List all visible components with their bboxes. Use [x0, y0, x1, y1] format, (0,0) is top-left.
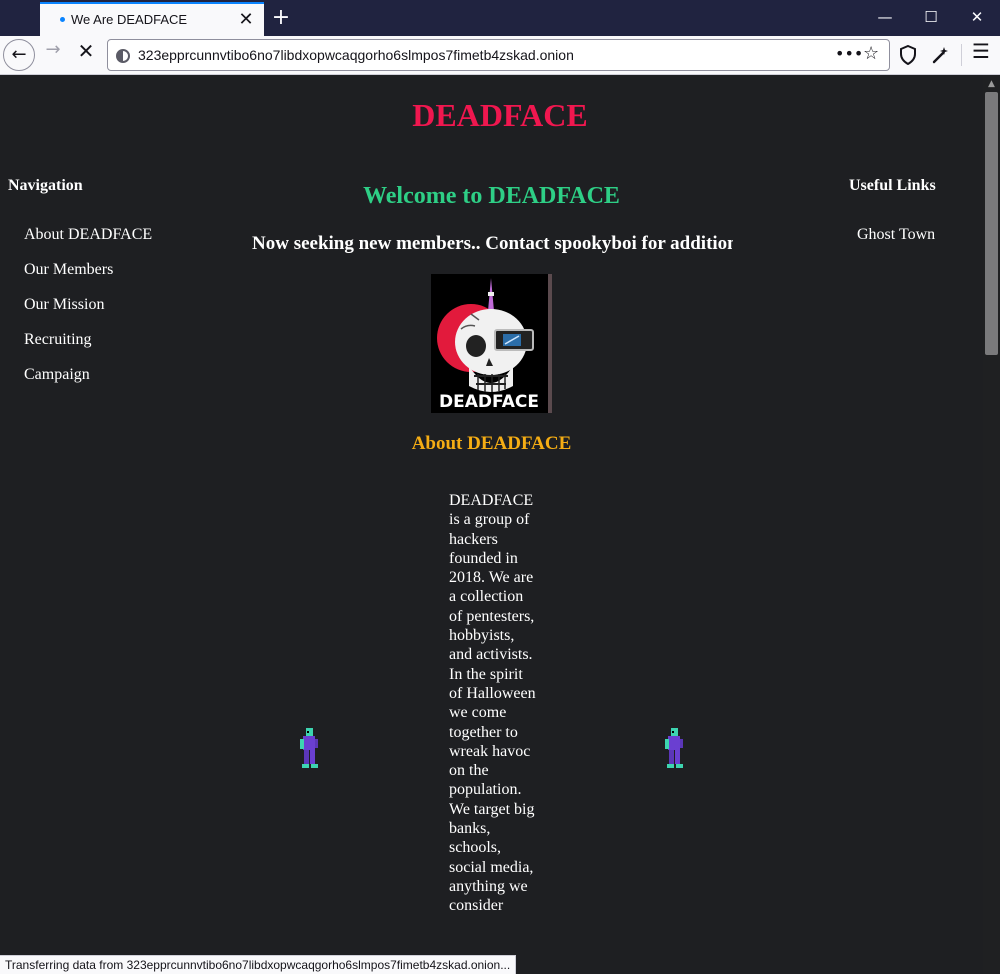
about-paragraph: DEADFACE is a group of hackers founded i…: [449, 492, 536, 915]
navigation-toolbar: ← → ✕ 323epprcunnvtibo6no7libdxopwcaqgor…: [0, 36, 1000, 75]
back-arrow-icon[interactable]: ←: [3, 39, 35, 71]
minimize-window-icon[interactable]: —: [862, 0, 908, 34]
nav-link-campaign[interactable]: Campaign: [24, 366, 152, 401]
toolbar-separator: [961, 44, 962, 66]
onion-site-icon[interactable]: [116, 49, 130, 63]
nav-link-mission[interactable]: Our Mission: [24, 296, 152, 331]
status-bar: Transferring data from 323epprcunnvtibo6…: [0, 955, 517, 974]
navigation-list: About DEADFACE Our Members Our Mission R…: [24, 226, 152, 401]
site-title: DEADFACE: [412, 97, 588, 133]
page-viewport: DEADFACE Navigation About DEADFACE Our M…: [0, 75, 983, 974]
logo-border: [548, 274, 552, 413]
link-ghost-town[interactable]: Ghost Town: [857, 226, 935, 244]
security-level-icon[interactable]: [925, 39, 957, 71]
about-heading: About DEADFACE: [411, 433, 572, 454]
announcement-text: Now seeking new members.. Contact spooky…: [252, 233, 733, 254]
page-actions-icon[interactable]: •••: [835, 44, 863, 63]
close-window-icon[interactable]: ✕: [954, 0, 1000, 34]
logo-wordmark: DEADFACE: [439, 392, 539, 412]
deadface-skull-logo: DEADFACE: [431, 274, 552, 413]
address-url[interactable]: 323epprcunnvtibo6no7libdxopwcaqgorho6slm…: [138, 47, 574, 63]
new-tab-icon[interactable]: +: [268, 5, 294, 31]
scrollbar-thumb[interactable]: [985, 92, 998, 355]
announcement-marquee: Now seeking new members.. Contact spooky…: [252, 233, 733, 257]
nav-link-members[interactable]: Our Members: [24, 261, 152, 296]
tab-title: We Are DEADFACE: [71, 12, 188, 27]
page-scrollbar[interactable]: ▲: [983, 75, 1000, 974]
stop-loading-icon[interactable]: ✕: [70, 39, 102, 71]
close-tab-icon[interactable]: ✕: [236, 10, 256, 30]
bookmark-star-icon[interactable]: ☆: [863, 43, 879, 64]
tab-loading-indicator-icon: [60, 17, 65, 22]
browser-tab[interactable]: We Are DEADFACE ✕: [40, 2, 264, 36]
hamburger-menu-icon[interactable]: ☰: [965, 39, 997, 71]
zombie-sprite-right: [663, 728, 685, 770]
welcome-heading: Welcome to DEADFACE: [363, 183, 620, 209]
title-bar: We Are DEADFACE ✕ + — ☐ ✕: [0, 0, 1000, 36]
nav-link-about[interactable]: About DEADFACE: [24, 226, 152, 261]
zombie-sprite-left: [298, 728, 320, 770]
maximize-window-icon[interactable]: ☐: [908, 0, 954, 34]
forward-arrow-icon[interactable]: →: [37, 39, 69, 71]
shield-icon[interactable]: [892, 39, 924, 71]
address-bar[interactable]: 323epprcunnvtibo6no7libdxopwcaqgorho6slm…: [107, 39, 890, 71]
nav-link-recruiting[interactable]: Recruiting: [24, 331, 152, 366]
scroll-up-arrow-icon[interactable]: ▲: [983, 79, 1000, 89]
